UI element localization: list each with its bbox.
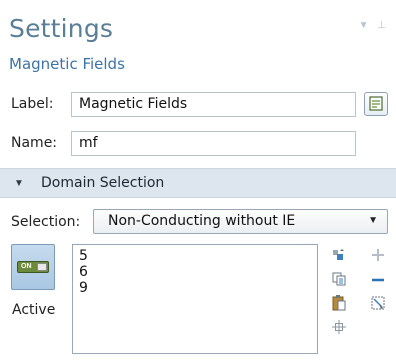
remove-button[interactable] [369,270,387,288]
add-button[interactable] [369,246,387,264]
on-toggle-icon: ON [17,261,49,273]
paste-button[interactable] [330,294,348,312]
clear-selection-button[interactable] [369,294,387,312]
zoom-to-selection-button[interactable] [330,318,348,336]
page-subtitle: Magnetic Fields [9,55,125,73]
pin-icon[interactable]: ⊥ [377,20,386,31]
edit-label-button[interactable] [364,92,388,116]
section-title: Domain Selection [41,175,165,191]
add-icon [372,249,384,261]
edit-label-icon [369,96,383,111]
window-controls: ▼ ⊥ [353,20,386,31]
paste-selection-button[interactable] [330,246,348,264]
clipboard-icon [332,295,346,311]
selection-dropdown[interactable]: Non-Conducting without IE ▼ [93,209,388,234]
collapse-arrow-icon: ▼ [14,178,24,189]
label-field[interactable]: Magnetic Fields [71,92,356,117]
dropdown-arrow-icon[interactable]: ▼ [359,20,369,31]
label-caption: Label: [11,96,54,112]
page-title: Settings [9,14,114,43]
domain-list[interactable]: 5 6 9 [72,244,318,354]
active-toggle-button[interactable]: ON [11,244,55,290]
list-item[interactable]: 9 [79,280,88,296]
remove-icon [372,278,384,282]
chevron-down-icon: ▼ [368,215,378,226]
clear-selection-icon [371,296,385,310]
toggle-text: ON [21,263,32,270]
selection-caption: Selection: [11,214,81,230]
paste-selection-icon [333,249,344,260]
zoom-to-selection-icon [332,320,346,334]
copy-selection-button[interactable] [330,270,348,288]
name-caption: Name: [11,135,58,151]
settings-panel: Settings ▼ ⊥ Magnetic Fields Label: Magn… [0,0,396,362]
selection-value: Non-Conducting without IE [108,213,296,229]
domain-selection-section-header[interactable]: ▼ Domain Selection [0,168,396,198]
name-field[interactable]: mf [71,131,356,156]
copy-icon [332,272,346,286]
active-label: Active [12,302,56,318]
list-item[interactable]: 5 [79,248,88,264]
list-item[interactable]: 6 [79,264,88,280]
